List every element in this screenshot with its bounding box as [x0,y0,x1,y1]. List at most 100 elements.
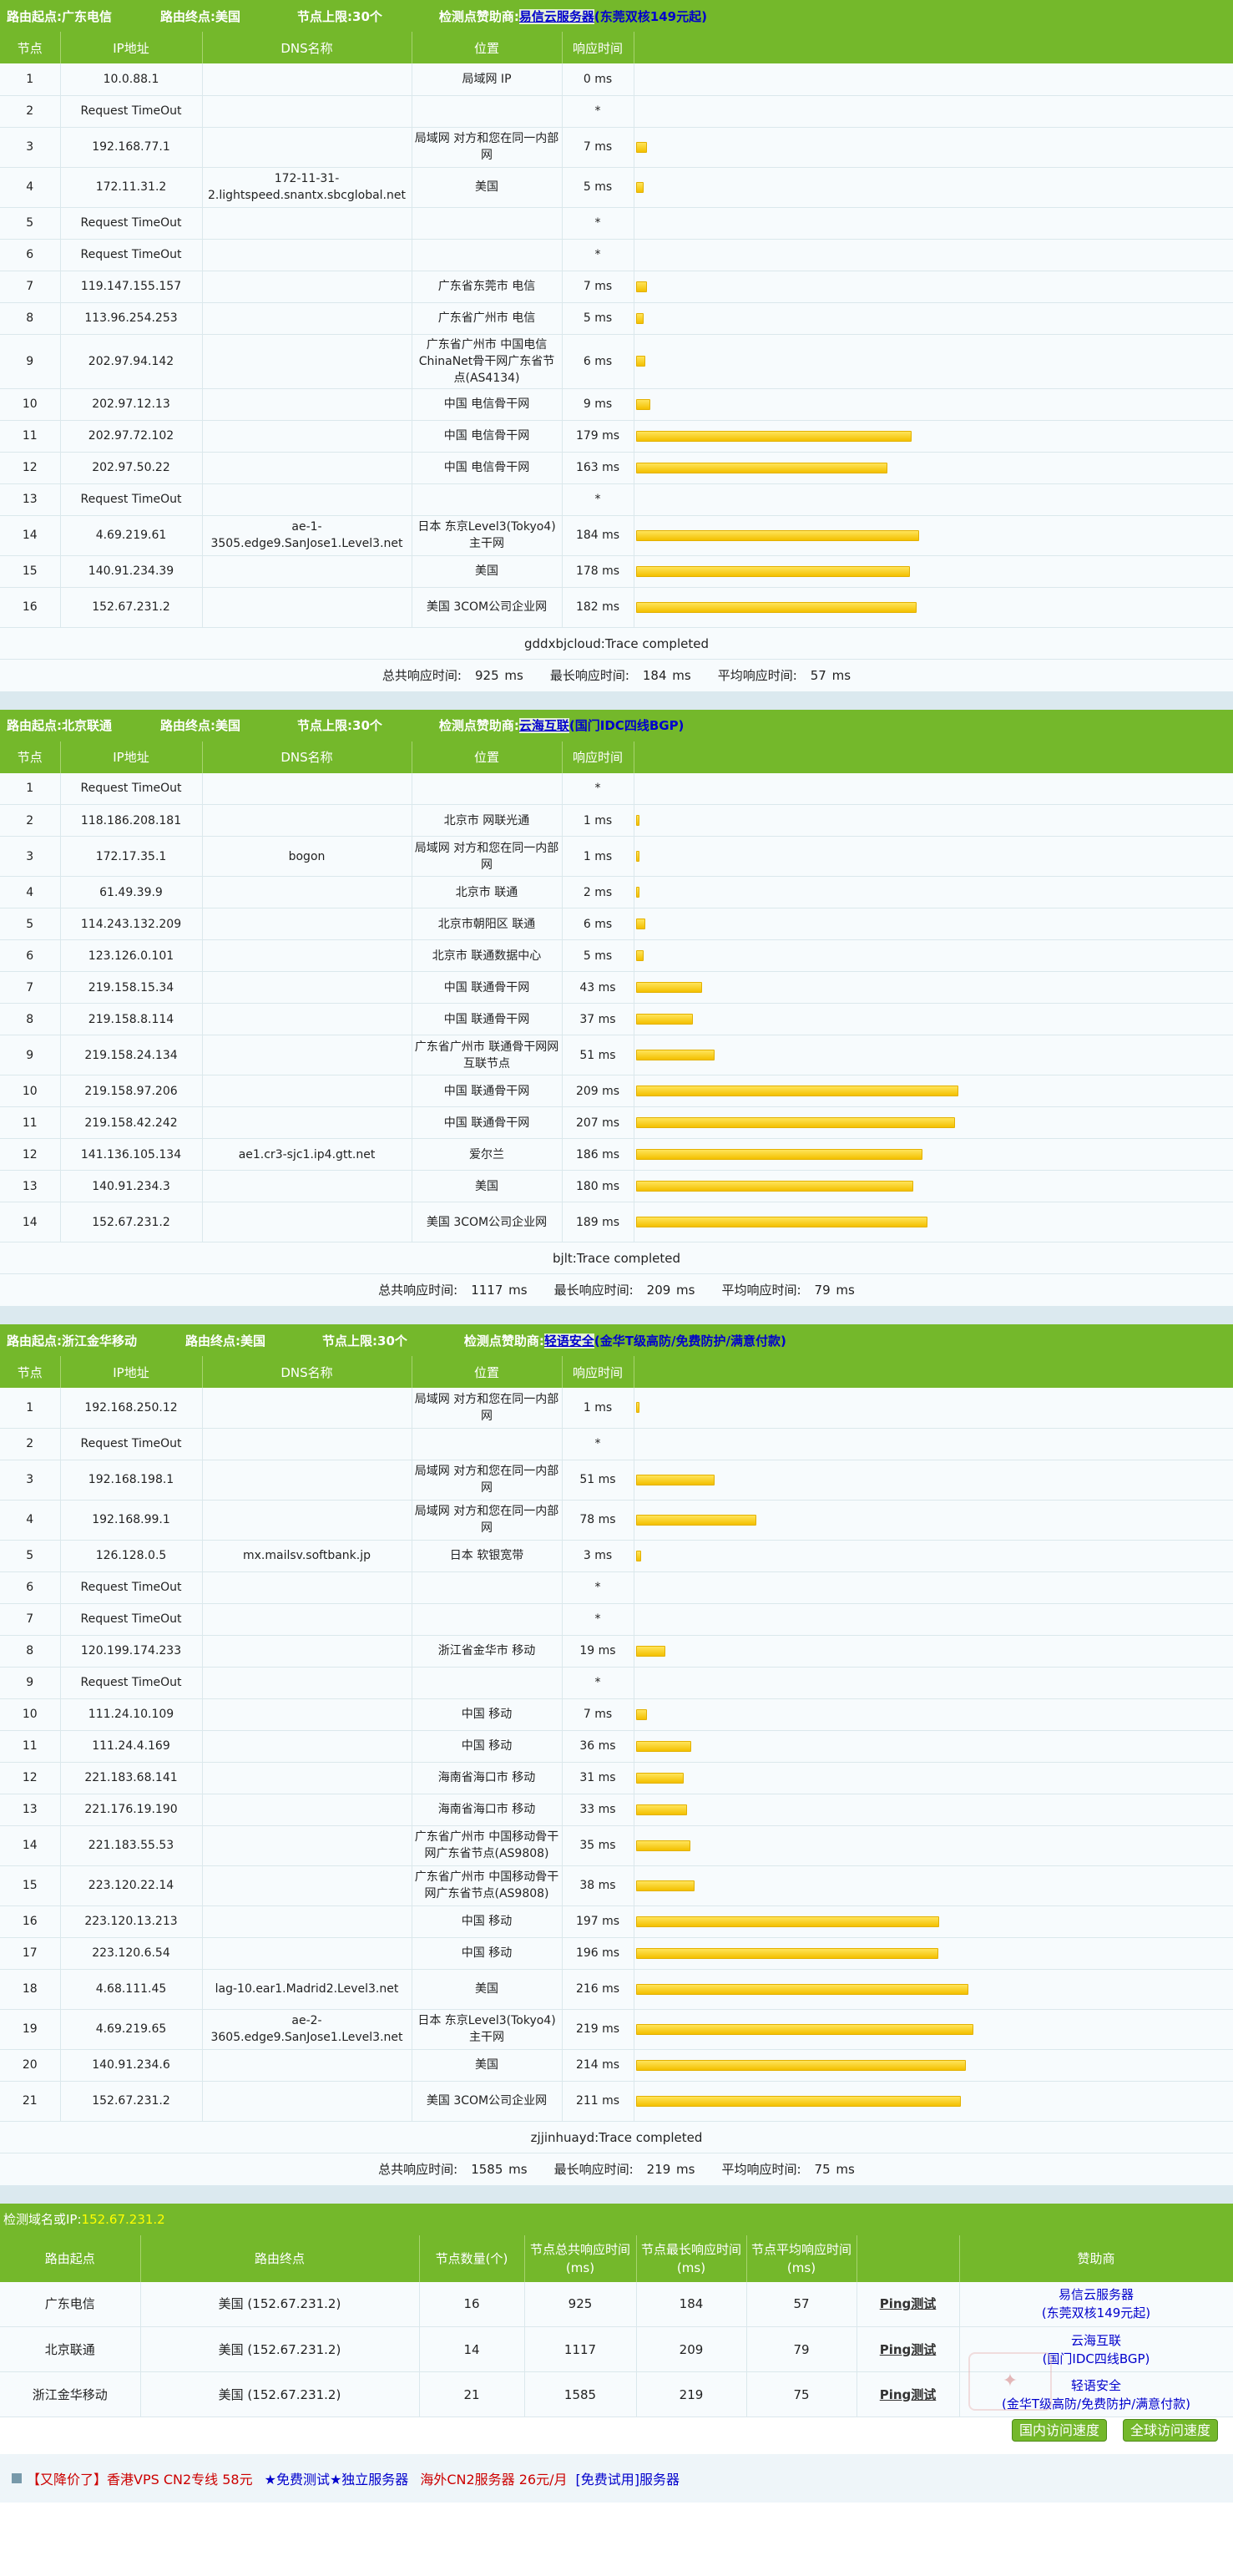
hop-dns [202,1825,412,1866]
ping-test-link[interactable]: Ping测试 [880,2387,937,2402]
latency-bar [635,1149,922,1160]
hop-dns [202,302,412,335]
hop-ip: 219.158.42.242 [60,1106,203,1139]
hop-row: 17 223.120.6.54 中国 移动 196 ms [0,1937,1233,1970]
hop-number: 6 [0,1571,61,1604]
hop-ip: 118.186.208.181 [60,804,203,837]
sponsor-sub-link[interactable]: (东莞双核149元起) [1042,2305,1150,2320]
section-header: 路由起点:北京联通 路由终点:美国 节点上限:30个 检测点赞助商:云海互联(国门ID… [0,709,1233,741]
hop-ip: 192.168.99.1 [60,1500,203,1541]
hop-dns [202,1603,412,1636]
ping-test-link[interactable]: Ping测试 [880,2296,937,2311]
global-speed-button[interactable]: 全球访问速度 [1123,2419,1219,2442]
hop-time: 78 ms [562,1500,634,1541]
hop-number: 1 [0,63,61,96]
hop-time: 31 ms [562,1762,634,1794]
summary-column-header: 路由终点 [140,2234,420,2282]
sponsor-sub-link[interactable]: (国门IDC四线BGP) [569,718,685,733]
domestic-speed-button[interactable]: 国内访问速度 [1012,2419,1108,2442]
summary-panel: 检测域名或IP: 152.67.231.2 路由起点 路由终点 节点数量(个) 节点总… [0,2203,1233,2443]
hop-number: 2 [0,804,61,837]
hop-ip: 4.69.219.65 [60,2009,203,2050]
hop-location: 爱尔兰 [412,1138,563,1171]
field-label: 路由起点: [7,8,62,24]
hop-location: 局域网 对方和您在同一内部网 [412,1460,563,1501]
hop-number: 12 [0,1138,61,1171]
hop-row: 10 202.97.12.13 中国 电信骨干网 9 ms [0,388,1233,421]
ad-link-hk-vps[interactable]: 【又降价了】香港VPS CN2专线 58元 [27,2468,253,2488]
hop-row: 14 221.183.55.53 广东省广州市 中国移动骨干网广东省节点(AS980… [0,1825,1233,1866]
latency-bar [635,1474,715,1485]
latency-bar-cell [634,1794,1233,1826]
hop-number: 3 [0,836,61,877]
latency-bar-cell [634,1500,1233,1541]
hop-dns [202,1635,412,1668]
header-field: 路由起点:浙江金华移动 [0,1332,137,1349]
section-header: 路由起点:浙江金华移动 路由终点:美国 节点上限:30个 检测点赞助商:轻语安全(金华… [0,1324,1233,1356]
latency-bar-cell [634,1730,1233,1763]
hop-location: 局域网 对方和您在同一内部网 [412,836,563,877]
sponsor-link[interactable]: 轻语安全 [543,1333,594,1349]
hop-number: 16 [0,587,61,628]
sponsor-sub-link[interactable]: (金华T级高防/免费防护/满意付款) [594,1334,786,1349]
hop-ip: 61.49.39.9 [60,876,203,908]
hop-dns [202,908,412,940]
latency-bar-cell [634,388,1233,421]
hop-location [412,1428,563,1460]
hop-number: 3 [0,127,61,168]
hop-location: 北京市 网联光通 [412,804,563,837]
latency-bar-cell [634,127,1233,168]
hop-location: 广东省广州市 中国电信ChinaNet骨干网广东省节点(AS4134) [412,334,563,389]
latency-bar [635,281,647,292]
hop-location: 美国 [412,1170,563,1202]
hop-row: 2 118.186.208.181 北京市 网联光通 1 ms [0,804,1233,837]
ad-link-cn2[interactable]: 海外CN2服务器 26元/月 [420,2468,567,2488]
summary-origin: 浙江金华移动 [0,2371,141,2417]
ad-link-trial[interactable]: [免费试用]服务器 [575,2468,680,2488]
hop-dns [202,207,412,240]
sponsor-sub-link[interactable]: (国门IDC四线BGP) [1043,2351,1150,2366]
sponsor-field: 检测点赞助商:易信云服务器(东莞双核149元起) [432,8,707,25]
summary-avg-time: 57 [746,2281,857,2327]
hop-number: 5 [0,1540,61,1572]
field-value: 浙江金华移动 [62,1333,138,1349]
sponsor-link[interactable]: 易信云服务器 [518,8,594,24]
hop-location: 海南省海口市 移动 [412,1794,563,1826]
sponsor-sub-link[interactable]: (东莞双核149元起) [594,9,707,24]
ping-test-link[interactable]: Ping测试 [880,2342,937,2357]
hop-row: 4 61.49.39.9 北京市 联通 2 ms [0,876,1233,908]
sponsor-link[interactable]: 易信云服务器 [1059,2287,1134,2302]
hop-location: 局域网 IP [412,63,563,96]
hop-ip: Request TimeOut [60,95,203,128]
section-gap [0,2184,1233,2204]
hop-number: 4 [0,876,61,908]
latency-bar [635,1880,695,1891]
sponsor-label: 检测点赞助商: [438,718,519,733]
latency-bar-cell [634,63,1233,96]
hop-number: 13 [0,1794,61,1826]
latency-bar [635,1014,693,1025]
hop-dns [202,127,412,168]
header-field: 节点上限:30个 [291,8,382,25]
summary-item: 总共响应时间: 925 ms [376,668,530,683]
sponsor-link[interactable]: 轻语安全 [1071,2378,1121,2393]
sponsor-link[interactable]: 云海互联 [1071,2333,1121,2348]
summary-item: 总共响应时间: 1585 ms [371,2162,533,2177]
hop-ip: 219.158.8.114 [60,1003,203,1035]
hop-ip: Request TimeOut [60,239,203,271]
hop-time: 178 ms [562,555,634,588]
summary-value: 209 ms [646,1283,695,1298]
column-header-bar [634,32,1233,63]
sponsor-link[interactable]: 云海互联 [518,718,569,733]
hop-dns [202,1202,412,1242]
ad-link-free-test[interactable]: ★免费测试★独立服务器 [265,2468,409,2488]
latency-bar [635,1217,927,1227]
hop-time: 3 ms [562,1540,634,1572]
hop-ip: 152.67.231.2 [60,587,203,628]
latency-bar-cell [634,452,1233,484]
latency-bar [635,1645,665,1657]
latency-bar-cell [634,1937,1233,1970]
latency-bar-cell [634,271,1233,303]
hop-dns [202,1667,412,1699]
hop-location: 广东省东莞市 电信 [412,271,563,303]
